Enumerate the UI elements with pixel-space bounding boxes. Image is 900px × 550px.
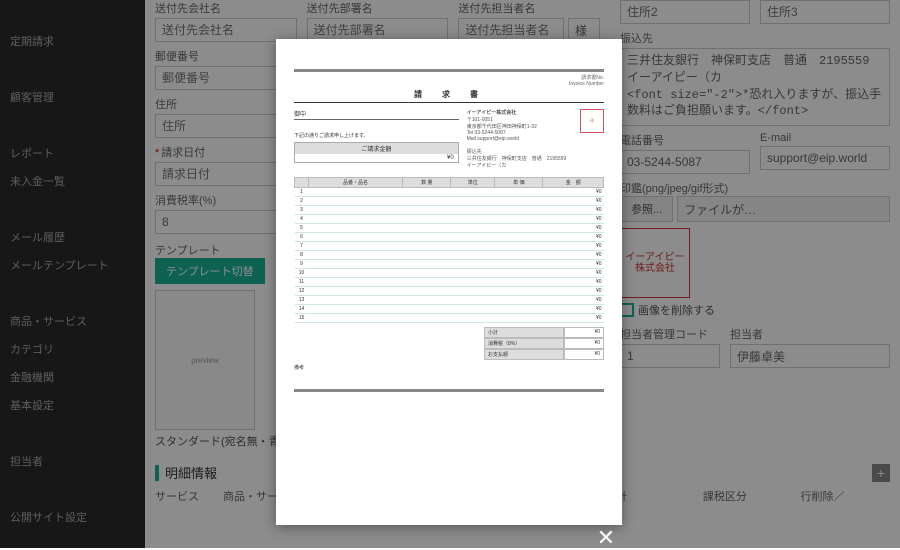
inv-amount-val: ¥0 xyxy=(295,154,458,162)
invoice-row: 1¥0 xyxy=(295,188,604,197)
inv-th: 金 額 xyxy=(543,178,604,188)
inv-grand-k: お支払額 xyxy=(484,349,564,360)
invoice-row: 11¥0 xyxy=(295,278,604,287)
invoice-row: 12¥0 xyxy=(295,287,604,296)
inv-th xyxy=(295,178,309,188)
close-icon[interactable]: ✕ xyxy=(595,528,617,550)
inv-th: 単位 xyxy=(451,178,495,188)
inv-subtotal-v: ¥0 xyxy=(564,327,604,338)
invoice-row: 5¥0 xyxy=(295,224,604,233)
inv-th: 品番・品名 xyxy=(309,178,403,188)
inv-memo: 下記の通りご請求申し上げます。 xyxy=(294,132,459,139)
inv-tax-k: 消費税（8%） xyxy=(484,338,564,349)
invoice-preview: 請求書No. Invoice Number 請 求 書 御中 下記の通りご請求申… xyxy=(294,69,604,392)
invoice-row: 3¥0 xyxy=(295,206,604,215)
invoice-row: 13¥0 xyxy=(295,296,604,305)
template-preview-modal: 請求書No. Invoice Number 請 求 書 御中 下記の通りご請求申… xyxy=(276,39,622,525)
inv-stamp-icon: 印 xyxy=(580,109,604,133)
inv-bank: 振込先 三井住友銀行 神保町支店 普通 2195559 イーアイピー（カ xyxy=(467,148,604,169)
inv-to-suffix: 御中 xyxy=(294,112,306,118)
invoice-row: 14¥0 xyxy=(295,305,604,314)
invoice-row: 15¥0 xyxy=(295,314,604,323)
invoice-table: 品番・品名 数 量 単位 単 価 金 額 1¥02¥03¥04¥05¥06¥07… xyxy=(294,177,604,323)
invoice-row: 7¥0 xyxy=(295,242,604,251)
inv-note-label: 備考 xyxy=(294,364,604,371)
inv-th: 数 量 xyxy=(403,178,451,188)
inv-th: 単 価 xyxy=(495,178,543,188)
invoice-row: 6¥0 xyxy=(295,233,604,242)
inv-invnum-label: Invoice Number xyxy=(569,81,604,87)
invoice-row: 8¥0 xyxy=(295,251,604,260)
invoice-row: 2¥0 xyxy=(295,197,604,206)
inv-grand-v: ¥0 xyxy=(564,349,604,360)
inv-subtotal-k: 小計 xyxy=(484,327,564,338)
inv-tax-v: ¥0 xyxy=(564,338,604,349)
inv-amount-head: ご請求金額 xyxy=(295,143,458,154)
invoice-totals: 小計¥0 消費税（8%）¥0 お支払額¥0 xyxy=(484,327,604,360)
invoice-title: 請 求 書 xyxy=(294,89,604,103)
invoice-row: 10¥0 xyxy=(295,269,604,278)
invoice-row: 9¥0 xyxy=(295,260,604,269)
invoice-row: 4¥0 xyxy=(295,215,604,224)
